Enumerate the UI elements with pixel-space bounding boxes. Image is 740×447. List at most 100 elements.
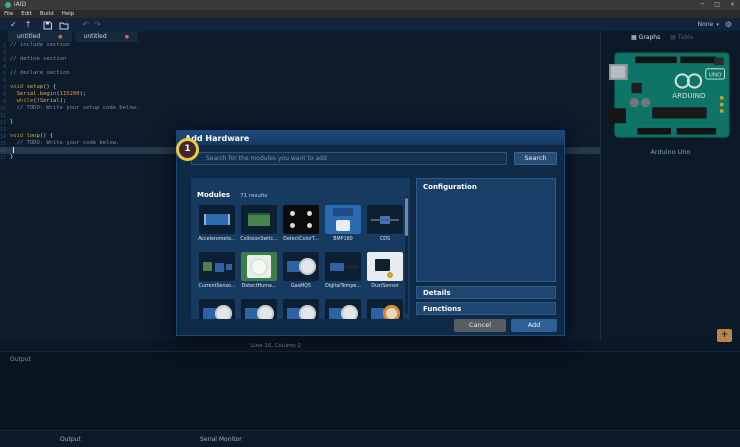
unsaved-dot-icon: ● xyxy=(125,34,129,40)
menu-item[interactable]: File xyxy=(4,11,13,17)
settings-gear-icon[interactable]: ⚙ xyxy=(725,20,732,29)
module-card[interactable]: DigitalTempe... xyxy=(322,252,364,290)
code-line[interactable]: 2 xyxy=(0,49,600,56)
details-section[interactable]: Details xyxy=(416,286,556,299)
module-label: BMP180 xyxy=(333,237,352,243)
module-card[interactable]: DustSensor xyxy=(364,252,406,290)
chevron-down-icon: ▾ xyxy=(716,22,719,28)
module-thumbnail-icon xyxy=(241,299,277,319)
editor-status-bar: Line 16, Column 2 xyxy=(0,341,740,351)
module-thumbnail-icon xyxy=(283,299,319,319)
module-label: DigitalTempe... xyxy=(325,284,361,290)
module-label: DetectHuma... xyxy=(242,284,277,290)
line-number: 3 xyxy=(0,57,10,63)
line-number: 10 xyxy=(0,106,10,112)
output-tab[interactable]: Output xyxy=(60,436,81,443)
redo-icon[interactable]: ↷ xyxy=(94,18,101,31)
line-number: 13 xyxy=(0,127,10,133)
cancel-button[interactable]: Cancel xyxy=(454,319,506,332)
code-line[interactable]: 8 Serial.begin(115200); xyxy=(0,91,600,98)
sidebar-tab-graphs[interactable]: ▦ Graphs xyxy=(631,34,660,41)
modules-header: Modules 71 results xyxy=(191,178,410,201)
module-thumbnail-icon xyxy=(199,299,235,319)
board-selector-dropdown[interactable]: None ▾ xyxy=(698,21,719,28)
module-thumbnail-icon xyxy=(283,252,319,281)
main-toolbar: ✓ ↑ ↶ ↷ None ▾ ⚙ xyxy=(0,18,740,31)
verify-icon[interactable]: ✓ xyxy=(10,18,17,31)
configuration-title: Configuration xyxy=(417,179,555,191)
serial-monitor-tab[interactable]: Serial Monitor xyxy=(200,436,242,443)
module-thumbnail-icon xyxy=(367,205,403,234)
module-card[interactable]: GasMQ5 xyxy=(280,252,322,290)
module-card[interactable]: Acceleromete... xyxy=(196,205,238,243)
add-button[interactable]: Add xyxy=(511,319,557,332)
code-line[interactable]: 10 // TODO: Write your setup code below. xyxy=(0,105,600,112)
code-text: void loop() { xyxy=(10,133,53,140)
module-card[interactable]: CDS xyxy=(364,205,406,243)
module-label: CDS xyxy=(380,237,390,243)
close-icon[interactable]: × xyxy=(730,0,735,10)
module-card[interactable]: DetectColorT... xyxy=(280,205,322,243)
menu-bar: FileEditBuildHelp xyxy=(0,10,740,18)
module-search-input[interactable] xyxy=(191,152,507,165)
step-annotation-badge: 1 xyxy=(176,138,199,161)
module-card[interactable]: BMP180 xyxy=(322,205,364,243)
hardware-sidebar: ▦ Graphs ▤ Table xyxy=(600,31,740,341)
code-line[interactable]: 5 // declare section xyxy=(0,70,600,77)
code-line[interactable]: 3 // define section xyxy=(0,56,600,63)
grid-icon: ▦ xyxy=(631,34,637,41)
code-line[interactable]: 9 while(!Serial); xyxy=(0,98,600,105)
menu-item[interactable]: Edit xyxy=(21,11,32,17)
modules-grid: Acceleromete... CollisionSwitc... Detect… xyxy=(191,201,410,319)
line-number: 5 xyxy=(0,71,10,77)
module-thumbnail-icon xyxy=(283,205,319,234)
module-card[interactable] xyxy=(280,299,322,319)
module-card[interactable] xyxy=(364,299,406,319)
functions-title: Functions xyxy=(417,303,555,313)
module-label: Acceleromete... xyxy=(198,237,236,243)
minimize-icon[interactable]: ─ xyxy=(701,0,705,10)
undo-icon[interactable]: ↶ xyxy=(82,18,89,31)
add-hardware-dialog: Add Hardware Search Modules 71 results A… xyxy=(176,130,565,336)
modules-scrollbar[interactable] xyxy=(405,196,408,314)
module-card[interactable] xyxy=(238,299,280,319)
cursor-position-status: Line 16, Column 2 xyxy=(251,343,301,349)
line-number: 9 xyxy=(0,99,10,105)
line-number: 15 xyxy=(0,141,10,147)
module-label: GasMQ5 xyxy=(291,284,311,290)
unsaved-dot-icon: ● xyxy=(58,34,62,40)
scrollbar-thumb[interactable] xyxy=(405,198,408,236)
module-card[interactable] xyxy=(196,299,238,319)
module-card[interactable]: DetectHuma... xyxy=(238,252,280,290)
module-card[interactable] xyxy=(322,299,364,319)
bottom-panel-bar: Output Serial Monitor xyxy=(0,430,740,447)
module-card[interactable]: CurrentSenso... xyxy=(196,252,238,290)
sidebar-tab-table[interactable]: ▤ Table xyxy=(670,34,693,41)
code-text: // include section xyxy=(10,42,70,49)
module-thumbnail-icon xyxy=(325,299,361,319)
dialog-header: Add Hardware xyxy=(177,131,564,145)
code-line[interactable]: 11 xyxy=(0,112,600,119)
functions-section[interactable]: Functions xyxy=(416,302,556,315)
editor-tab-label: untitled xyxy=(84,33,107,40)
code-line[interactable]: 6 xyxy=(0,77,600,84)
line-number: 17 xyxy=(0,155,10,161)
sidebar-tab-label: Table xyxy=(678,34,694,41)
add-graph-button[interactable]: + xyxy=(717,329,732,342)
search-button[interactable]: Search xyxy=(514,152,557,165)
code-line[interactable]: 12 } xyxy=(0,119,600,126)
code-line[interactable]: 7 void setup() { xyxy=(0,84,600,91)
code-line[interactable]: 4 xyxy=(0,63,600,70)
code-text: while(!Serial); xyxy=(10,98,66,105)
sidebar-tab-label: Graphs xyxy=(639,34,661,41)
editor-tab[interactable]: untitled ● xyxy=(8,31,72,42)
editor-tab[interactable]: untitled ● xyxy=(75,31,139,42)
code-line[interactable]: 1 // include section xyxy=(0,42,600,49)
modules-title: Modules xyxy=(197,191,230,199)
line-number: 1 xyxy=(0,43,10,49)
module-card[interactable]: CollisionSwitc... xyxy=(238,205,280,243)
module-thumbnail-icon xyxy=(367,299,403,319)
upload-icon[interactable]: ↑ xyxy=(25,18,32,31)
module-thumbnail-icon xyxy=(241,205,277,234)
maximize-icon[interactable]: □ xyxy=(714,0,720,10)
